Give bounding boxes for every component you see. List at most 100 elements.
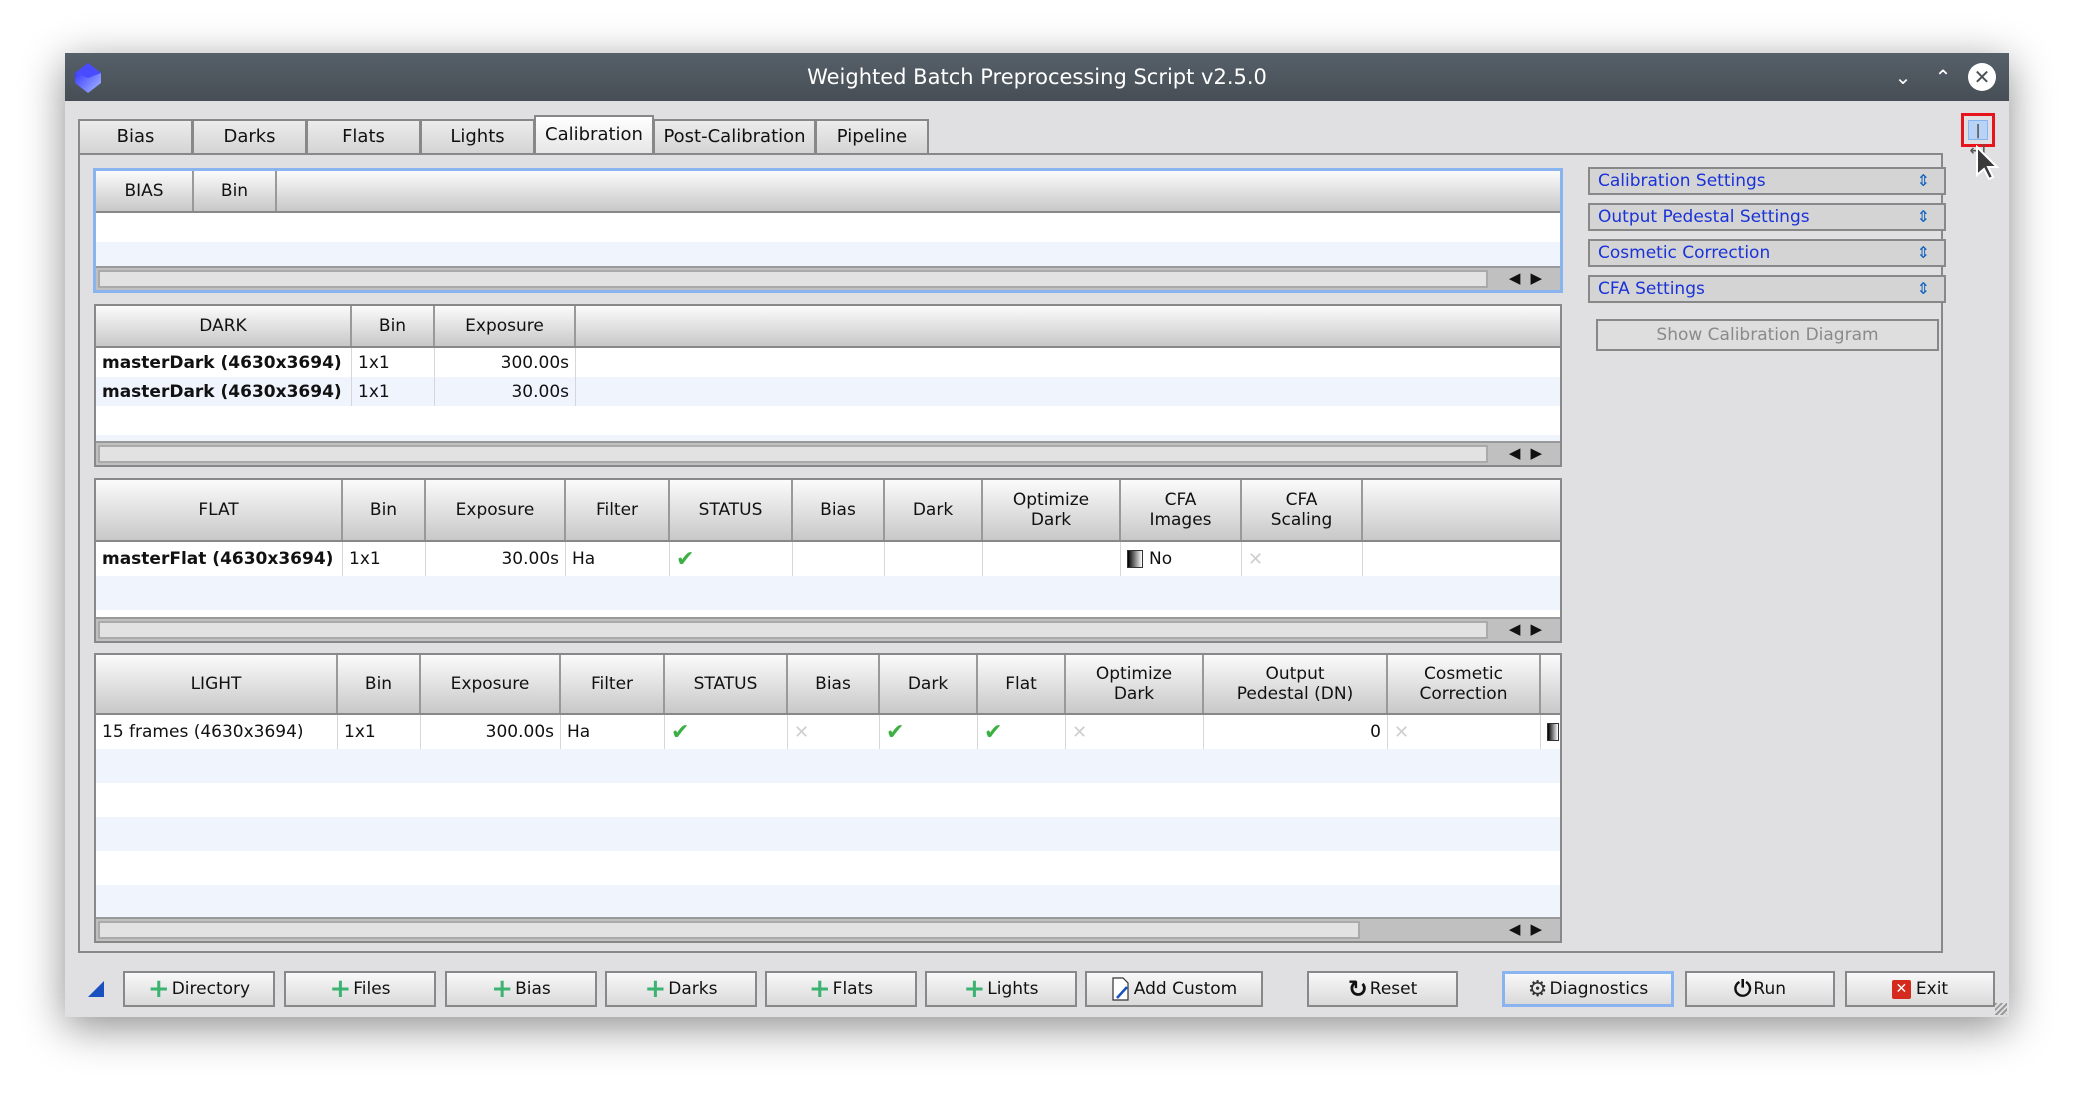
horizontal-scrollbar[interactable]: ◀▶ (96, 266, 1560, 290)
output-pedestal-settings-section[interactable]: Output Pedestal Settings ⇕ (1588, 203, 1946, 231)
column-header-dark[interactable]: DARK (96, 306, 352, 346)
cfa-settings-section[interactable]: CFA Settings ⇕ (1588, 275, 1946, 303)
expand-collapse-icon[interactable]: ⇕ (1917, 277, 1930, 301)
table-row (96, 783, 1560, 817)
horizontal-scrollbar[interactable]: ◀▶ (96, 917, 1560, 941)
column-header-exposure[interactable]: Exposure (435, 306, 576, 346)
scroll-arrows-icon[interactable]: ◀▶ (1509, 919, 1552, 939)
column-header-flat[interactable]: Flat (978, 655, 1066, 713)
scrollbar-handle[interactable] (98, 445, 1488, 463)
column-header-cfa-scaling[interactable]: CFA Scaling (1242, 480, 1363, 540)
column-header-bin[interactable]: Bin (338, 655, 421, 713)
column-header-bin[interactable]: Bin (194, 171, 277, 211)
add-bias-button[interactable]: + Bias (445, 971, 597, 1007)
button-label: Directory (171, 979, 251, 999)
table-row (96, 817, 1560, 851)
minimize-button[interactable]: ⌄ (1889, 63, 1917, 91)
gear-icon: ⚙ (1527, 976, 1548, 1002)
scrollbar-handle[interactable] (98, 270, 1488, 288)
light-table[interactable]: LIGHT Bin Exposure Filter STATUS Bias Da… (94, 653, 1562, 943)
button-label: Flats (832, 979, 874, 999)
column-header-flat[interactable]: FLAT (96, 480, 343, 540)
cosmetic-correction-section[interactable]: Cosmetic Correction ⇕ (1588, 239, 1946, 267)
expand-collapse-icon[interactable]: ⇕ (1917, 169, 1930, 193)
column-header-cosmetic-correction[interactable]: Cosmetic Correction (1388, 655, 1541, 713)
close-button[interactable]: ✕ (1968, 63, 1996, 91)
column-header-output-pedestal[interactable]: Output Pedestal (DN) (1204, 655, 1388, 713)
column-header-optimize-dark[interactable]: Optimize Dark (983, 480, 1121, 540)
reset-icon: ↻ (1347, 975, 1368, 1003)
scrollbar-handle[interactable] (98, 621, 1488, 639)
flat-table[interactable]: FLAT Bin Exposure Filter STATUS Bias Dar… (94, 478, 1562, 643)
table-row[interactable]: masterFlat (4630x3694) 1x1 30.00s Ha ✔ N… (96, 542, 1560, 576)
plus-icon: + (329, 974, 352, 1004)
column-header-filter[interactable]: Filter (561, 655, 665, 713)
tab-post-calibration[interactable]: Post-Calibration (653, 119, 816, 153)
x-icon: ✕ (794, 721, 810, 743)
diagnostics-button[interactable]: ⚙ Diagnostics (1502, 971, 1674, 1007)
exit-icon: ✕ (1891, 979, 1911, 999)
column-header-extra[interactable] (1541, 655, 1560, 713)
scroll-arrows-icon[interactable]: ◀▶ (1509, 268, 1552, 288)
tab-bias[interactable]: Bias (78, 119, 193, 153)
flat-cfa-images-cell[interactable]: No (1121, 542, 1242, 576)
button-label: Files (353, 979, 391, 999)
scroll-arrows-icon[interactable]: ◀▶ (1509, 443, 1552, 463)
scrollbar-handle[interactable] (98, 921, 1360, 939)
add-files-button[interactable]: + Files (284, 971, 436, 1007)
column-header-bias[interactable]: Bias (788, 655, 880, 713)
column-header-bin[interactable]: Bin (352, 306, 435, 346)
dark-table[interactable]: DARK Bin Exposure masterDark (4630x3694)… (94, 304, 1562, 467)
light-table-header: LIGHT Bin Exposure Filter STATUS Bias Da… (96, 655, 1560, 715)
table-row[interactable]: masterDark (4630x3694) 1x1 300.00s (96, 348, 1560, 377)
column-header-dark[interactable]: Dark (880, 655, 978, 713)
column-header-light[interactable]: LIGHT (96, 655, 338, 713)
button-label: Bias (515, 979, 551, 999)
column-header-filter[interactable]: Filter (566, 480, 670, 540)
add-directory-button[interactable]: + Directory (123, 971, 275, 1007)
tab-lights[interactable]: Lights (420, 119, 535, 153)
add-custom-button[interactable]: Add Custom (1085, 971, 1263, 1007)
reset-button[interactable]: ↻ Reset (1307, 971, 1458, 1007)
run-button[interactable]: ⏻ Run (1685, 971, 1835, 1007)
collapse-corner-icon[interactable] (88, 981, 104, 997)
column-header-dark[interactable]: Dark (885, 480, 983, 540)
expand-collapse-icon[interactable]: ⇕ (1917, 241, 1930, 265)
toggle-side-panel-button[interactable]: |↔| (1961, 113, 1995, 159)
tab-flats[interactable]: Flats (306, 119, 421, 153)
tab-pipeline[interactable]: Pipeline (815, 119, 929, 153)
column-header-exposure[interactable]: Exposure (426, 480, 566, 540)
exit-button[interactable]: ✕ Exit (1845, 971, 1995, 1007)
add-darks-button[interactable]: + Darks (605, 971, 757, 1007)
column-header-status[interactable]: STATUS (665, 655, 788, 713)
column-header-bias[interactable]: BIAS (96, 171, 194, 211)
resize-grip[interactable] (1995, 1003, 2007, 1015)
expand-collapse-icon[interactable]: ⇕ (1917, 205, 1930, 229)
mouse-cursor-icon (1976, 145, 2000, 181)
tab-calibration[interactable]: Calibration (534, 115, 654, 153)
light-bin-cell: 1x1 (338, 715, 421, 749)
column-header-bin[interactable]: Bin (343, 480, 426, 540)
title-bar[interactable]: Weighted Batch Preprocessing Script v2.5… (65, 53, 2009, 101)
calibration-settings-section[interactable]: Calibration Settings ⇕ (1588, 167, 1946, 195)
table-row[interactable]: 15 frames (4630x3694) 1x1 300.00s Ha ✔ ✕… (96, 715, 1560, 749)
column-header-cfa-images[interactable]: CFA Images (1121, 480, 1242, 540)
bias-table[interactable]: BIAS Bin ◀▶ (93, 168, 1563, 293)
table-row (96, 576, 1560, 610)
column-header-exposure[interactable]: Exposure (421, 655, 561, 713)
add-lights-button[interactable]: + Lights (925, 971, 1077, 1007)
column-header-bias[interactable]: Bias (793, 480, 885, 540)
section-label: Calibration Settings (1598, 171, 1766, 191)
tab-darks[interactable]: Darks (192, 119, 307, 153)
table-row[interactable]: masterDark (4630x3694) 1x1 30.00s (96, 377, 1560, 406)
column-header-status[interactable]: STATUS (670, 480, 793, 540)
horizontal-scrollbar[interactable]: ◀▶ (96, 617, 1560, 641)
add-flats-button[interactable]: + Flats (765, 971, 917, 1007)
show-calibration-diagram-button[interactable]: Show Calibration Diagram (1596, 319, 1939, 351)
scroll-arrows-icon[interactable]: ◀▶ (1509, 619, 1552, 639)
column-header-optimize-dark[interactable]: Optimize Dark (1066, 655, 1204, 713)
horizontal-scrollbar[interactable]: ◀▶ (96, 441, 1560, 465)
section-label: Output Pedestal Settings (1598, 207, 1810, 227)
table-row (96, 749, 1560, 783)
maximize-button[interactable]: ⌃ (1929, 63, 1957, 91)
